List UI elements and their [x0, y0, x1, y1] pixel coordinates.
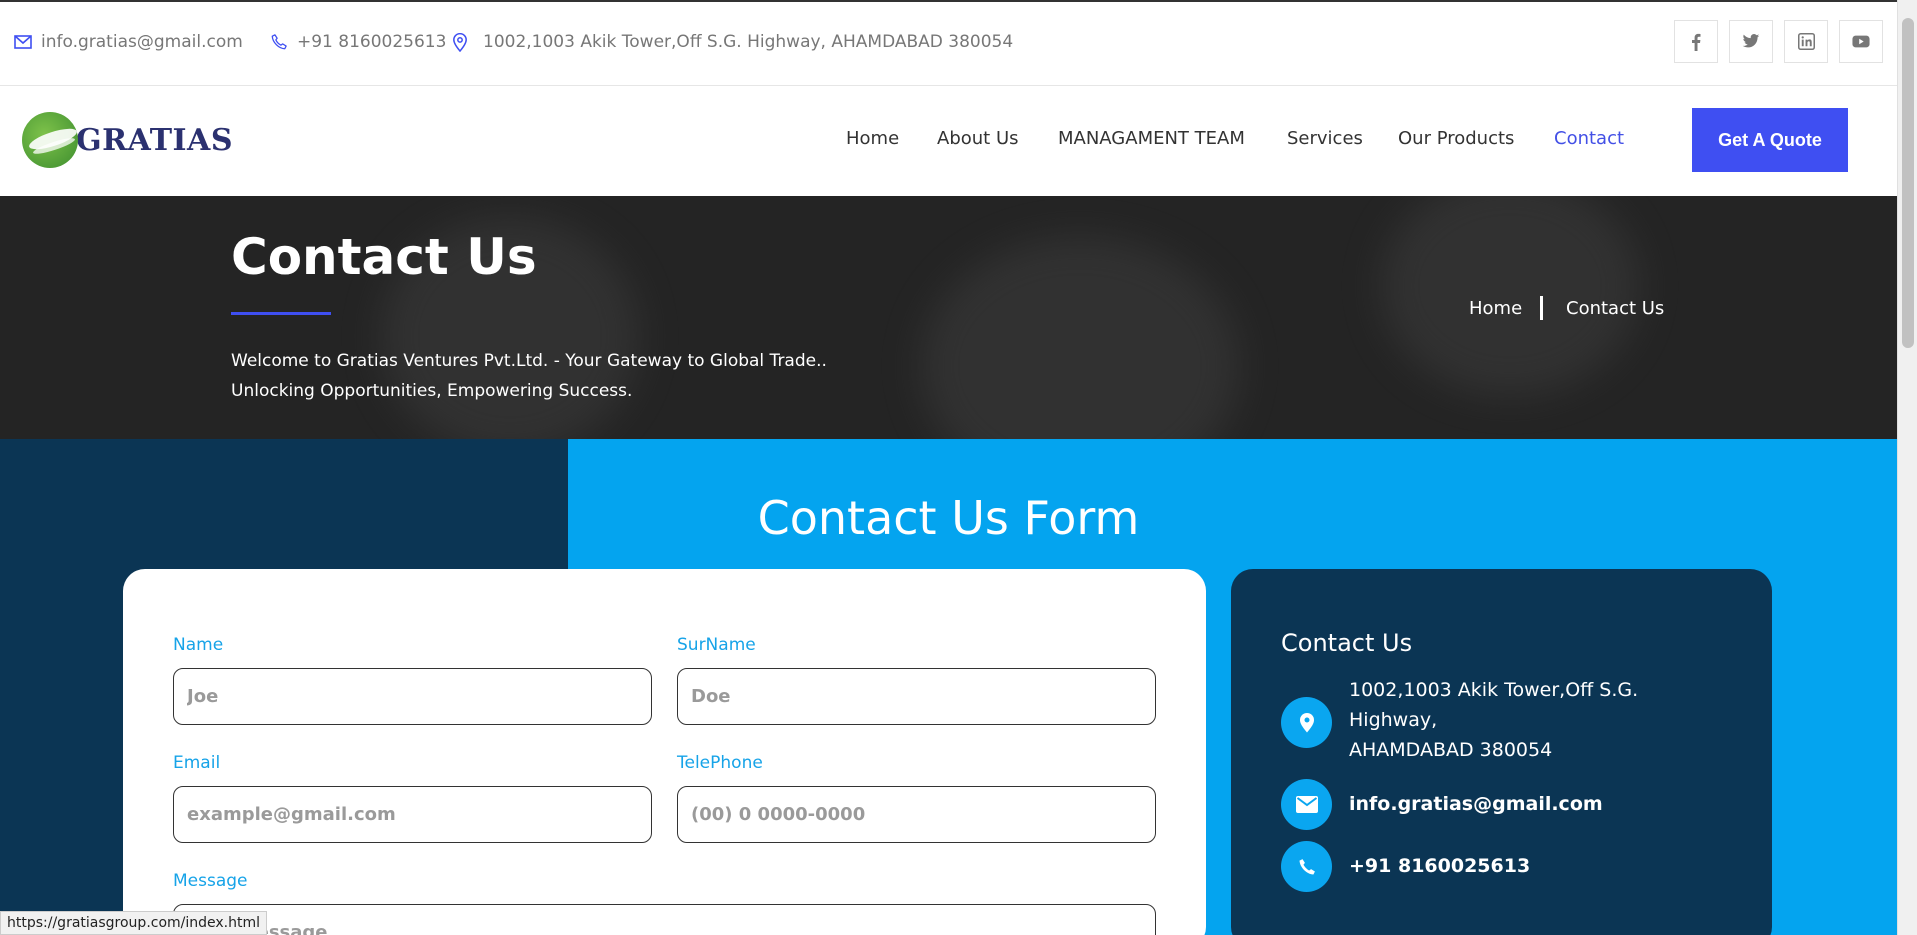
email-input[interactable]: [173, 786, 652, 843]
linkedin-icon: [1797, 33, 1815, 50]
top-info-bar: info.gratias@gmail.com +91 8160025613 10…: [0, 0, 1897, 86]
twitter-icon: [1742, 34, 1760, 48]
name-label: Name: [173, 635, 224, 655]
contact-info-title: Contact Us: [1281, 629, 1413, 657]
main-navigation: GRATIAS Home About Us MANAGAMENT TEAM Se…: [0, 86, 1897, 196]
nav-services[interactable]: Services: [1287, 128, 1363, 149]
logo-leaf-icon: [22, 112, 78, 168]
email-label: Email: [173, 753, 221, 773]
get-a-quote-button[interactable]: Get A Quote: [1692, 108, 1848, 172]
breadcrumb-separator: [1540, 296, 1543, 320]
surname-label: SurName: [677, 635, 756, 655]
facebook-icon: [1692, 33, 1701, 51]
browser-status-bar: https://gratiasgroup.com/index.html: [0, 911, 268, 935]
contact-email[interactable]: info.gratias@gmail.com: [1349, 789, 1603, 819]
nav-our-products[interactable]: Our Products: [1398, 128, 1514, 149]
top-address-text: 1002,1003 Akik Tower,Off S.G. Highway, A…: [483, 32, 1014, 52]
nav-home[interactable]: Home: [846, 128, 899, 149]
page-title: Contact Us: [231, 228, 537, 286]
logo-text: GRATIAS: [76, 122, 233, 158]
nav-contact[interactable]: Contact: [1554, 128, 1624, 149]
breadcrumb-current: Contact Us: [1566, 298, 1665, 319]
contact-info-card: Contact Us 1002,1003 Akik Tower,Off S.G.…: [1231, 569, 1772, 935]
nav-management-team[interactable]: MANAGAMENT TEAM: [1058, 128, 1245, 149]
address-line-2: Highway,: [1349, 709, 1438, 731]
telephone-input[interactable]: [677, 786, 1156, 843]
surname-input[interactable]: [677, 668, 1156, 725]
contact-phone[interactable]: +91 8160025613: [1349, 851, 1530, 881]
facebook-link[interactable]: [1674, 20, 1718, 63]
page-hero-banner: Contact Us Welcome to Gratias Ventures P…: [0, 196, 1897, 439]
nav-about-us[interactable]: About Us: [937, 128, 1019, 149]
youtube-icon: [1852, 35, 1870, 48]
message-label: Message: [173, 871, 248, 891]
hero-bg-shape: [1380, 196, 1640, 396]
twitter-link[interactable]: [1729, 20, 1773, 63]
hero-bg-shape: [920, 236, 1240, 439]
address-line-3: AHAMDABAD 380054: [1349, 739, 1553, 761]
phone-icon: [1299, 858, 1315, 874]
scrollbar-thumb[interactable]: [1902, 18, 1914, 348]
gratias-logo[interactable]: GRATIAS: [22, 112, 233, 168]
mail-icon: [1295, 796, 1318, 813]
page-scrollbar[interactable]: [1897, 0, 1917, 935]
title-underline: [231, 312, 331, 315]
message-input[interactable]: [173, 904, 1156, 935]
linkedin-link[interactable]: [1784, 20, 1828, 63]
hero-welcome-text: Welcome to Gratias Ventures Pvt.Ltd. - Y…: [231, 346, 827, 406]
contact-form-card: Name SurName Email TelePhone Message: [123, 569, 1206, 935]
top-phone[interactable]: +91 8160025613: [270, 32, 446, 52]
top-address: 1002,1003 Akik Tower,Off S.G. Highway, A…: [452, 32, 1013, 52]
contact-form-heading: Contact Us Form: [757, 491, 1140, 545]
name-input[interactable]: [173, 668, 652, 725]
phone-icon: [271, 34, 287, 50]
welcome-line-1: Welcome to Gratias Ventures Pvt.Ltd. - Y…: [231, 351, 827, 371]
address-icon-circle: [1281, 697, 1332, 748]
youtube-link[interactable]: [1839, 20, 1883, 63]
welcome-line-2: Unlocking Opportunities, Empowering Succ…: [231, 381, 633, 401]
breadcrumb-home[interactable]: Home: [1469, 298, 1522, 319]
top-phone-text: +91 8160025613: [297, 32, 447, 52]
email-icon-circle: [1281, 779, 1332, 830]
phone-icon-circle: [1281, 841, 1332, 892]
address-line-1: 1002,1003 Akik Tower,Off S.G.: [1349, 679, 1639, 701]
top-email-text: info.gratias@gmail.com: [41, 32, 243, 52]
location-pin-icon: [1299, 712, 1314, 732]
telephone-label: TelePhone: [677, 753, 763, 773]
location-pin-icon: [453, 32, 467, 52]
contact-address: 1002,1003 Akik Tower,Off S.G. Highway, A…: [1349, 675, 1638, 765]
contact-section: Contact Us Form Name SurName Email TeleP…: [0, 439, 1897, 935]
mail-icon: [14, 35, 32, 49]
status-url: https://gratiasgroup.com/index.html: [7, 915, 261, 931]
top-email[interactable]: info.gratias@gmail.com: [14, 32, 243, 52]
